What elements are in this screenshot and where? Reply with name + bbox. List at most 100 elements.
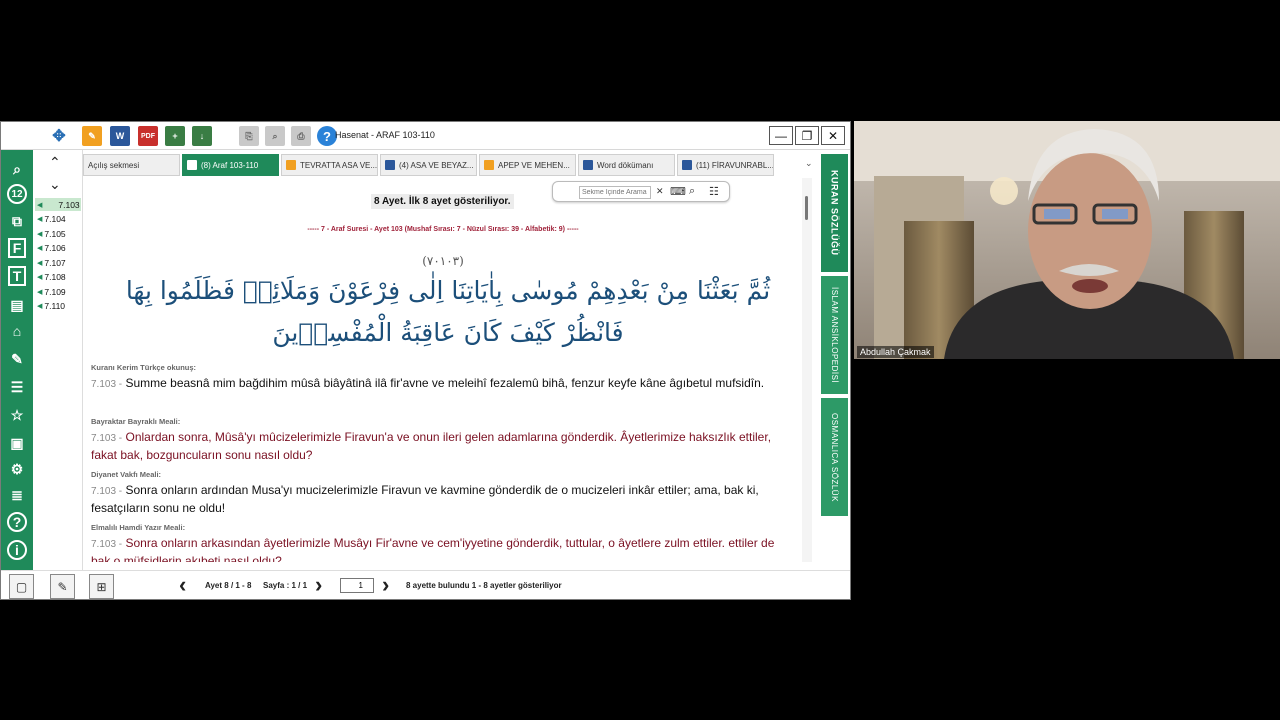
search-result-status: 8 ayette bulundu 1 - 8 ayetler gösterili… <box>406 581 562 590</box>
page-number-input[interactable] <box>340 578 374 593</box>
move-arrows-icon[interactable]: ✥ <box>49 126 69 146</box>
meal-label: Diyanet Vakfı Meali: <box>91 470 162 479</box>
arrow-left-icon: ◀ <box>37 259 43 267</box>
scrollbar-thumb[interactable] <box>805 196 808 220</box>
verse-list-item[interactable]: ◀ 7.104 <box>35 213 81 226</box>
add-page-button[interactable]: ⊞ <box>89 574 114 599</box>
tab-0[interactable]: Açılış sekmesi <box>83 154 180 176</box>
settings-icon[interactable]: ⚙ <box>6 458 28 480</box>
verse-list-item[interactable]: ◀ 7.107 <box>35 256 81 269</box>
search-icon[interactable]: ⌕ <box>6 158 28 180</box>
close-button[interactable]: ✕ <box>821 126 845 145</box>
side-tab-1[interactable]: İSLAM ANSİKLOPEDİSİ <box>821 276 848 394</box>
help-circle-icon[interactable]: ? <box>7 512 27 532</box>
chevron-up-icon[interactable]: ⌃ <box>49 154 61 171</box>
tab-overflow-chevron-icon[interactable]: ⌄ <box>805 158 813 169</box>
notes-icon[interactable]: ✎ <box>82 126 102 146</box>
ayah-header: ----- 7 - Araf Suresi - Ayet 103 (Mushaf… <box>307 226 579 233</box>
verse-list-item[interactable]: ◀ 7.108 <box>35 271 81 284</box>
f-book-icon[interactable]: F <box>8 238 26 258</box>
verse-list-item[interactable]: ◀ 7.105 <box>35 227 81 240</box>
meal-verse-ref: 7.103 - <box>91 539 123 550</box>
verse-number: 7.104 <box>44 214 66 224</box>
library-icon[interactable]: ▤ <box>6 294 28 316</box>
tab-2[interactable]: TEVRATTA ASA VE... <box>281 154 378 176</box>
go-page-arrow[interactable]: › <box>382 574 389 596</box>
comments-icon[interactable]: ☰ <box>6 376 28 398</box>
tab-bar: Açılış sekmesi (8) Araf 103-110 TEVRATTA A… <box>83 154 813 176</box>
participant-video-frame <box>854 121 1280 359</box>
tab-document-icon <box>583 160 593 170</box>
restore-button[interactable]: ❐ <box>795 126 819 145</box>
vertical-scrollbar[interactable] <box>802 178 812 562</box>
left-toolbar: ⌕ 12 ⧉ F T ▤ ⌂ ✎ ☰ ☆ ▣ ⚙ ≣ ? i <box>1 150 33 570</box>
copy-icon[interactable]: ⎘ <box>239 126 259 146</box>
verse-number: 7.106 <box>44 243 66 253</box>
chevron-down-icon[interactable]: ⌄ <box>49 176 61 193</box>
minimize-button[interactable]: — <box>769 126 793 145</box>
numbers-icon[interactable]: 12 <box>7 184 27 204</box>
meal-translation: Sonra onların ardından Musa'yı mucizeler… <box>91 483 759 515</box>
verse-list-item[interactable]: ◀ 7.109 <box>35 285 81 298</box>
preview-icon[interactable]: ⌕ <box>265 126 285 146</box>
tab-search-input[interactable] <box>579 186 651 199</box>
tab-3[interactable]: (4) ASA VE BEYAZ... <box>380 154 477 176</box>
edit-note-icon[interactable]: ✎ <box>6 348 28 370</box>
tab-document-icon <box>187 160 197 170</box>
tab-6[interactable]: (11) FİRAVUNRABL... <box>677 154 774 176</box>
meal-translation: Onlardan sonra, Mûsâ'yı mûcizelerimizle … <box>91 430 772 462</box>
print-icon[interactable]: ⎙ <box>291 126 311 146</box>
keyboard-icon[interactable]: ⌨ <box>670 185 686 198</box>
advanced-search-icon[interactable]: ☷ <box>709 185 719 198</box>
meal-text: 7.103 - Onlardan sonra, Mûsâ'yı mûcizele… <box>91 429 796 463</box>
tab-label: APEP VE MEHEN... <box>498 160 570 170</box>
verse-list-item[interactable]: ◀ 7.110 <box>35 300 81 313</box>
meal-label: Bayraktar Bayraklı Meali: <box>91 417 181 426</box>
verse-number: 7.109 <box>44 286 66 297</box>
page-view-button[interactable]: ▢ <box>9 574 34 599</box>
ayah-number: (٧٠١٠٣) <box>422 254 464 268</box>
star-icon[interactable]: ☆ <box>6 404 28 426</box>
arabic-text: ثُمَّ بَعَثْنَا مِنْ بَعْدِهِمْ مُوسٰى ب… <box>125 276 771 347</box>
arrow-left-icon: ◀ <box>37 288 43 296</box>
side-tab-2[interactable]: OSMANLICA SÖZLÜK <box>821 398 848 516</box>
tab-1[interactable]: (8) Araf 103-110 <box>182 154 279 176</box>
side-tab-label: İSLAM ANSİKLOPEDİSİ <box>830 286 839 384</box>
verse-number: 7.107 <box>44 257 66 268</box>
hasenat-app-window: ✥ ✎ W PDF + ↓ ⎘ ⌕ ⎙ ? Hasenat - ARAF 103… <box>0 121 851 600</box>
participant-name-label: Abdullah Çakmak <box>857 346 934 358</box>
arrow-left-icon: ◀ <box>37 245 43 252</box>
export-download-icon[interactable]: ↓ <box>192 126 212 146</box>
info-icon[interactable]: i <box>7 540 27 560</box>
side-tab-0[interactable]: KURAN SÖZLÜĞÜ <box>821 154 848 272</box>
tab-5[interactable]: Word dökümanı <box>578 154 675 176</box>
next-ayet-arrow[interactable]: › <box>315 574 322 596</box>
arrow-left-icon: ◀ <box>37 274 43 281</box>
previous-ayet-arrow[interactable]: ‹ <box>179 574 186 596</box>
tab-4[interactable]: APEP VE MEHEN... <box>479 154 576 176</box>
pdf-icon[interactable]: PDF <box>138 126 158 146</box>
word-icon[interactable]: W <box>110 126 130 146</box>
meal-translation: Sonra onların arkasından âyetlerimizle M… <box>91 536 775 562</box>
t-book-icon[interactable]: T <box>8 266 26 286</box>
tab-document-icon <box>385 160 395 170</box>
tab-document-icon <box>484 160 494 170</box>
tab-label: (11) FİRAVUNRABL... <box>696 160 774 170</box>
verse-list-item[interactable]: ◀ 7.103 <box>35 198 81 211</box>
clear-search-icon[interactable]: ✕ <box>656 186 664 197</box>
verse-number: 7.103 <box>58 199 80 210</box>
edit-page-button[interactable]: ✎ <box>50 574 75 599</box>
tab-label: (8) Araf 103-110 <box>201 160 259 170</box>
mosque-icon[interactable]: ⌂ <box>6 320 28 342</box>
export-add-icon[interactable]: + <box>165 126 185 146</box>
verse-list-item[interactable]: ◀ 7.106 <box>35 242 81 255</box>
search-icon[interactable]: ⌕ <box>689 185 695 198</box>
help-icon[interactable]: ? <box>317 126 337 146</box>
tab-label: Word dökümanı <box>597 160 654 170</box>
save-icon[interactable]: ▣ <box>6 432 28 454</box>
book-search-icon[interactable]: ⧉ <box>6 210 28 232</box>
database-icon[interactable]: ≣ <box>6 484 28 506</box>
participant-video <box>854 121 1280 359</box>
page-counter: Sayfa : 1 / 1 <box>263 581 308 590</box>
meal-translation: Summe beasnâ mim bağdihim mûsâ biâyâtinâ… <box>125 376 765 390</box>
